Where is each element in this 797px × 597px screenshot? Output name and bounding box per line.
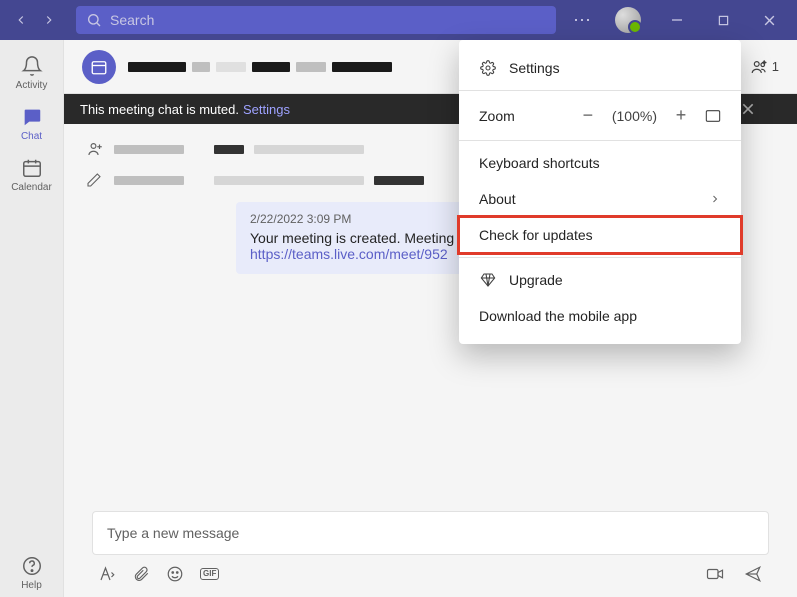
rail-label: Chat bbox=[21, 131, 42, 142]
diamond-icon bbox=[479, 272, 497, 288]
menu-zoom: Zoom − (100%) + bbox=[459, 95, 741, 136]
help-icon bbox=[20, 554, 44, 578]
calendar-icon bbox=[20, 156, 44, 180]
menu-label: Upgrade bbox=[509, 272, 563, 288]
zoom-value: (100%) bbox=[612, 108, 657, 124]
rail-label: Activity bbox=[16, 80, 48, 91]
gif-button[interactable]: GIF bbox=[200, 568, 219, 580]
meeting-avatar[interactable] bbox=[82, 50, 116, 84]
composer-toolbar: GIF bbox=[92, 555, 769, 583]
menu-keyboard-shortcuts[interactable]: Keyboard shortcuts bbox=[459, 145, 741, 181]
main-pane: Chat 1 This meeting chat is muted. Setti… bbox=[64, 40, 797, 597]
search-field[interactable] bbox=[110, 12, 546, 28]
menu-label: Settings bbox=[509, 60, 560, 76]
meeting-link[interactable]: https://teams.live.com/meet/952 bbox=[250, 246, 448, 262]
banner-settings-link[interactable]: Settings bbox=[243, 102, 290, 117]
bell-icon bbox=[20, 54, 44, 78]
rail-calendar[interactable]: Calendar bbox=[0, 148, 64, 199]
composer-input[interactable] bbox=[107, 525, 754, 541]
search-icon bbox=[86, 12, 102, 28]
participants-button[interactable]: 1 bbox=[750, 58, 779, 76]
rail-label: Help bbox=[21, 580, 42, 591]
zoom-in-button[interactable]: + bbox=[671, 105, 691, 126]
rail-chat[interactable]: Chat bbox=[0, 97, 64, 148]
rail-help[interactable]: Help bbox=[0, 546, 64, 597]
gear-icon bbox=[479, 60, 497, 76]
title-bar: ⋯ bbox=[0, 0, 797, 40]
person-add-icon bbox=[86, 140, 104, 158]
chat-icon bbox=[20, 105, 44, 129]
format-button[interactable] bbox=[98, 565, 116, 583]
rail-activity[interactable]: Activity bbox=[0, 46, 64, 97]
chevron-right-icon bbox=[709, 193, 721, 205]
app-rail: Activity Chat Calendar Help bbox=[0, 40, 64, 597]
more-menu-button[interactable]: ⋯ bbox=[565, 10, 599, 31]
people-icon bbox=[750, 58, 768, 76]
send-button[interactable] bbox=[743, 565, 763, 583]
menu-about[interactable]: About bbox=[459, 181, 741, 217]
user-avatar[interactable] bbox=[615, 7, 641, 33]
menu-label: Zoom bbox=[479, 108, 515, 124]
menu-settings[interactable]: Settings bbox=[459, 50, 741, 86]
zoom-out-button[interactable]: − bbox=[578, 105, 598, 126]
window-minimize-button[interactable] bbox=[657, 0, 697, 40]
overflow-menu: Settings Zoom − (100%) + Keyboard shortc… bbox=[459, 40, 741, 344]
fullscreen-button[interactable] bbox=[705, 109, 721, 123]
window-close-button[interactable] bbox=[749, 0, 789, 40]
edit-icon bbox=[86, 172, 104, 188]
participant-count: 1 bbox=[772, 59, 779, 74]
meet-now-button[interactable] bbox=[705, 565, 725, 583]
nav-back-button[interactable] bbox=[10, 9, 32, 31]
menu-upgrade[interactable]: Upgrade bbox=[459, 262, 741, 298]
menu-label: Download the mobile app bbox=[479, 308, 637, 324]
emoji-button[interactable] bbox=[166, 565, 184, 583]
attach-button[interactable] bbox=[132, 565, 150, 583]
rail-label: Calendar bbox=[11, 182, 52, 193]
menu-download-app[interactable]: Download the mobile app bbox=[459, 298, 741, 334]
menu-label: Keyboard shortcuts bbox=[479, 155, 600, 171]
menu-label: About bbox=[479, 191, 516, 207]
message-composer[interactable] bbox=[92, 511, 769, 555]
nav-forward-button[interactable] bbox=[38, 9, 60, 31]
window-maximize-button[interactable] bbox=[703, 0, 743, 40]
menu-check-updates[interactable]: Check for updates bbox=[459, 217, 741, 253]
banner-text: This meeting chat is muted. bbox=[80, 102, 239, 117]
search-input[interactable] bbox=[76, 6, 556, 34]
menu-label: Check for updates bbox=[479, 227, 593, 243]
banner-dismiss-button[interactable] bbox=[741, 102, 781, 116]
